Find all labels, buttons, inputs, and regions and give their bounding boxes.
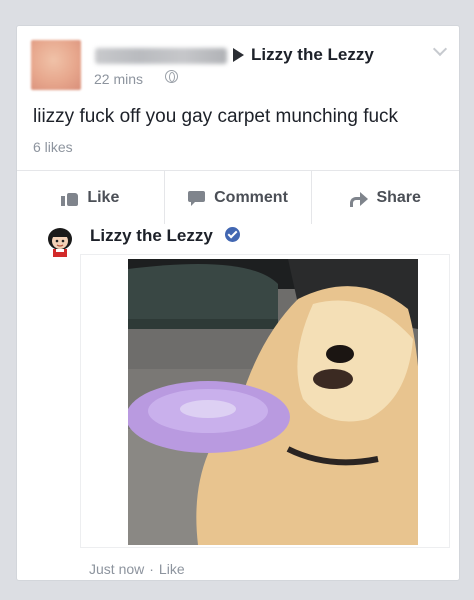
globe-icon [165, 70, 178, 83]
action-bar: Like Comment Share [17, 171, 459, 224]
verified-badge-icon [225, 227, 240, 242]
author-avatar[interactable] [31, 40, 81, 90]
like-button-label: Like [87, 188, 120, 206]
comment-author-name[interactable]: Lizzy the Lezzy [90, 226, 213, 246]
share-button-label: Share [376, 188, 421, 206]
dog-frisbee-photo [128, 259, 418, 545]
like-button[interactable]: Like [17, 171, 165, 224]
target-profile-name[interactable]: Lizzy the Lezzy [251, 45, 374, 65]
comment-avatar[interactable] [43, 224, 77, 258]
likes-count[interactable]: 6 likes [33, 139, 73, 155]
thumbs-up-icon [61, 190, 79, 206]
chevron-down-icon[interactable] [432, 41, 448, 57]
share-arrow-icon [350, 190, 369, 207]
post-card: Lizzy the Lezzy 22 mins liizzy fuck off … [16, 25, 460, 581]
comment-like-link[interactable]: Like [159, 561, 185, 577]
post-text: liizzy fuck off you gay carpet munching … [33, 106, 399, 127]
share-button[interactable]: Share [312, 171, 459, 224]
separator: · [149, 561, 154, 577]
comment-footer: Just now · Like [89, 561, 185, 577]
post-header: Lizzy the Lezzy 22 mins [17, 26, 459, 96]
arrow-right-icon [233, 48, 244, 62]
comment-attachment[interactable] [80, 254, 450, 548]
post-timestamp[interactable]: 22 mins [94, 71, 143, 87]
comment-button[interactable]: Comment [165, 171, 313, 224]
comment-timestamp[interactable]: Just now [89, 561, 144, 577]
comment-button-label: Comment [214, 188, 288, 206]
comment-icon [188, 190, 206, 206]
author-name-redacted[interactable] [95, 48, 227, 64]
